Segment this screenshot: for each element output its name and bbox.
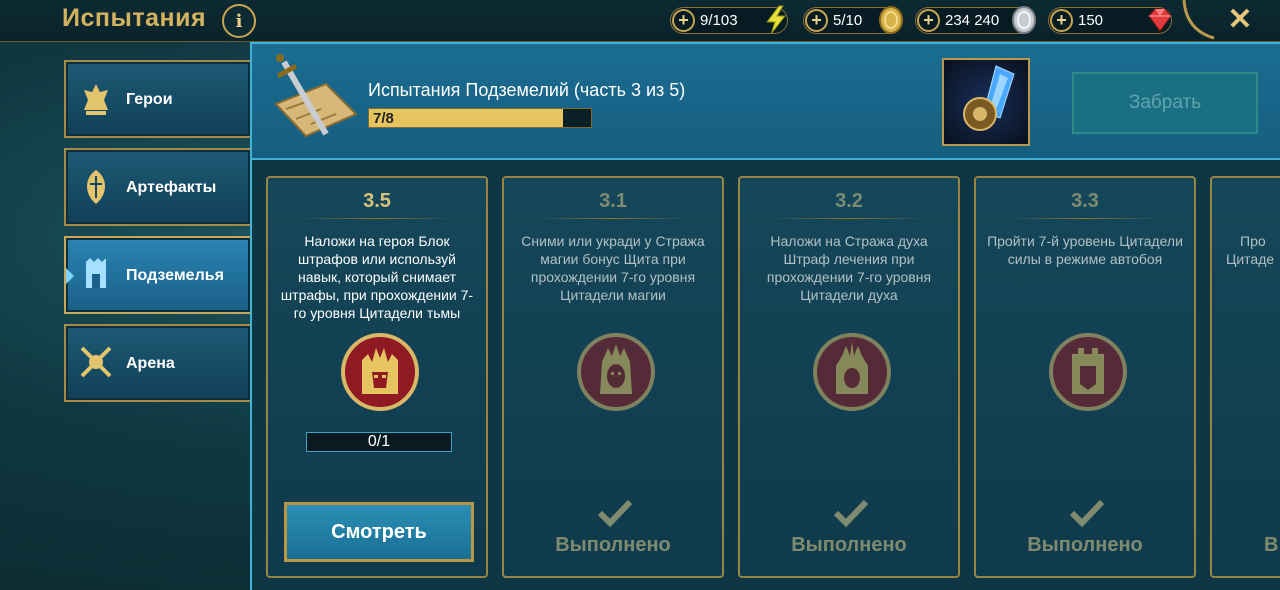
add-gold-button[interactable]: + — [805, 9, 828, 32]
gold-value: 5/10 — [833, 12, 863, 29]
info-button[interactable]: i — [222, 4, 256, 38]
sidebar-item-artifacts[interactable]: Артефакты — [64, 148, 250, 226]
reward-item[interactable] — [942, 58, 1030, 146]
crystal-reward-icon — [963, 65, 1015, 131]
challenge-description: Сними или укради у Стража магии бонус Щи… — [521, 233, 705, 303]
magic-keeper-icon — [577, 333, 655, 411]
add-silver-button[interactable]: + — [917, 9, 940, 32]
silver-resource: + 234 240 — [915, 6, 1036, 34]
heroes-icon — [84, 84, 108, 115]
partial-description-2: Цитаде — [1226, 251, 1275, 267]
gold-resource: + 5/10 — [803, 6, 903, 34]
challenge-card-3-3: 3.3 Пройти 7-й уровень Цитадели силы в р… — [974, 176, 1196, 578]
partial-completed-label: В — [1264, 534, 1279, 556]
challenge-card-partial: Про Цитаде В — [1210, 176, 1280, 578]
partial-card-content: Про Цитаде В — [1212, 178, 1280, 576]
view-button[interactable]: Смотреть — [284, 502, 474, 562]
active-indicator-icon — [66, 268, 74, 284]
artifacts-icon — [87, 170, 105, 204]
sidebar-item-label: Подземелья — [126, 267, 224, 284]
quest-title: Испытания Подземелий (часть 3 из 5) — [368, 80, 686, 100]
completed-label: Выполнено — [1027, 534, 1143, 556]
challenge-number: 3.5 — [363, 190, 391, 212]
challenge-description: Пройти 7-й уровень Цитадели силы в режим… — [987, 233, 1183, 267]
dungeons-icon — [86, 258, 106, 288]
add-energy-button[interactable]: + — [672, 9, 695, 32]
sidebar-item-label: Арена — [126, 355, 175, 372]
completed-label: Выполнено — [791, 534, 907, 556]
sidebar-item-arena[interactable]: Арена — [64, 324, 250, 402]
sword-map-icon — [274, 54, 358, 138]
gold-coin-icon — [879, 6, 903, 34]
challenge-card-3-5: 3.5 Наложи на героя Блок штрафов или исп… — [266, 176, 488, 578]
quest-header: Испытания Подземелий (часть 3 из 5) 7/8 … — [252, 44, 1280, 160]
challenge-number: 3.2 — [835, 190, 863, 212]
challenge-card-3-2: 3.2 Наложи на Стража духа Штраф лечения … — [738, 176, 960, 578]
dark-citadel-icon — [341, 333, 419, 411]
sidebar-item-label: Герои — [126, 91, 173, 108]
quest-progress-fill — [369, 109, 564, 127]
ruby-icon — [1148, 8, 1172, 32]
add-ruby-button[interactable]: + — [1050, 9, 1073, 32]
energy-resource: + 9/103 — [670, 5, 788, 35]
silver-value: 234 240 — [945, 12, 1000, 29]
close-button[interactable]: ✕ — [1222, 2, 1258, 38]
spirit-keeper-icon — [813, 333, 891, 411]
challenge-card-3-1: 3.1 Сними или укради у Стража магии бону… — [502, 176, 724, 578]
sidebar-item-heroes[interactable]: Герои — [64, 60, 250, 138]
divider — [534, 218, 692, 219]
challenge-description: Наложи на Стража духа Штраф лечения при … — [766, 233, 932, 303]
energy-icon — [766, 5, 787, 35]
arena-icon — [80, 346, 112, 378]
force-keeper-icon — [1049, 333, 1127, 411]
challenge-number: 3.1 — [599, 190, 627, 212]
quest-progress-text: 7/8 — [373, 110, 394, 127]
partial-description-1: Про — [1240, 233, 1266, 249]
sidebar-item-label: Артефакты — [126, 179, 217, 196]
challenge-number: 3.3 — [1071, 190, 1099, 212]
energy-value: 9/103 — [700, 12, 738, 29]
challenge-progress: 0/1 — [306, 432, 452, 452]
completed-label: Выполнено — [555, 534, 671, 556]
page-title: Испытания — [62, 4, 207, 32]
claim-button[interactable]: Забрать — [1072, 72, 1258, 134]
divider — [1006, 218, 1164, 219]
divider — [770, 218, 928, 219]
sidebar-item-dungeons[interactable]: Подземелья — [64, 236, 250, 314]
ruby-value: 150 — [1078, 12, 1104, 29]
check-icon — [833, 499, 869, 528]
silver-coin-icon — [1012, 6, 1036, 34]
corner-ornament-icon — [1182, 0, 1215, 40]
check-icon — [597, 499, 633, 528]
quest-progress-bar: 7/8 — [368, 108, 592, 128]
challenges-panel: Испытания Подземелий (часть 3 из 5) 7/8 … — [250, 42, 1280, 590]
check-icon — [1069, 499, 1105, 528]
challenge-description: Наложи на героя Блок штрафов или использ… — [280, 233, 474, 321]
top-bar: Испытания i + 9/103 + 5/10 + 234 240 + 1… — [0, 0, 1280, 42]
divider — [298, 218, 456, 219]
ruby-resource: + 150 — [1048, 7, 1172, 34]
